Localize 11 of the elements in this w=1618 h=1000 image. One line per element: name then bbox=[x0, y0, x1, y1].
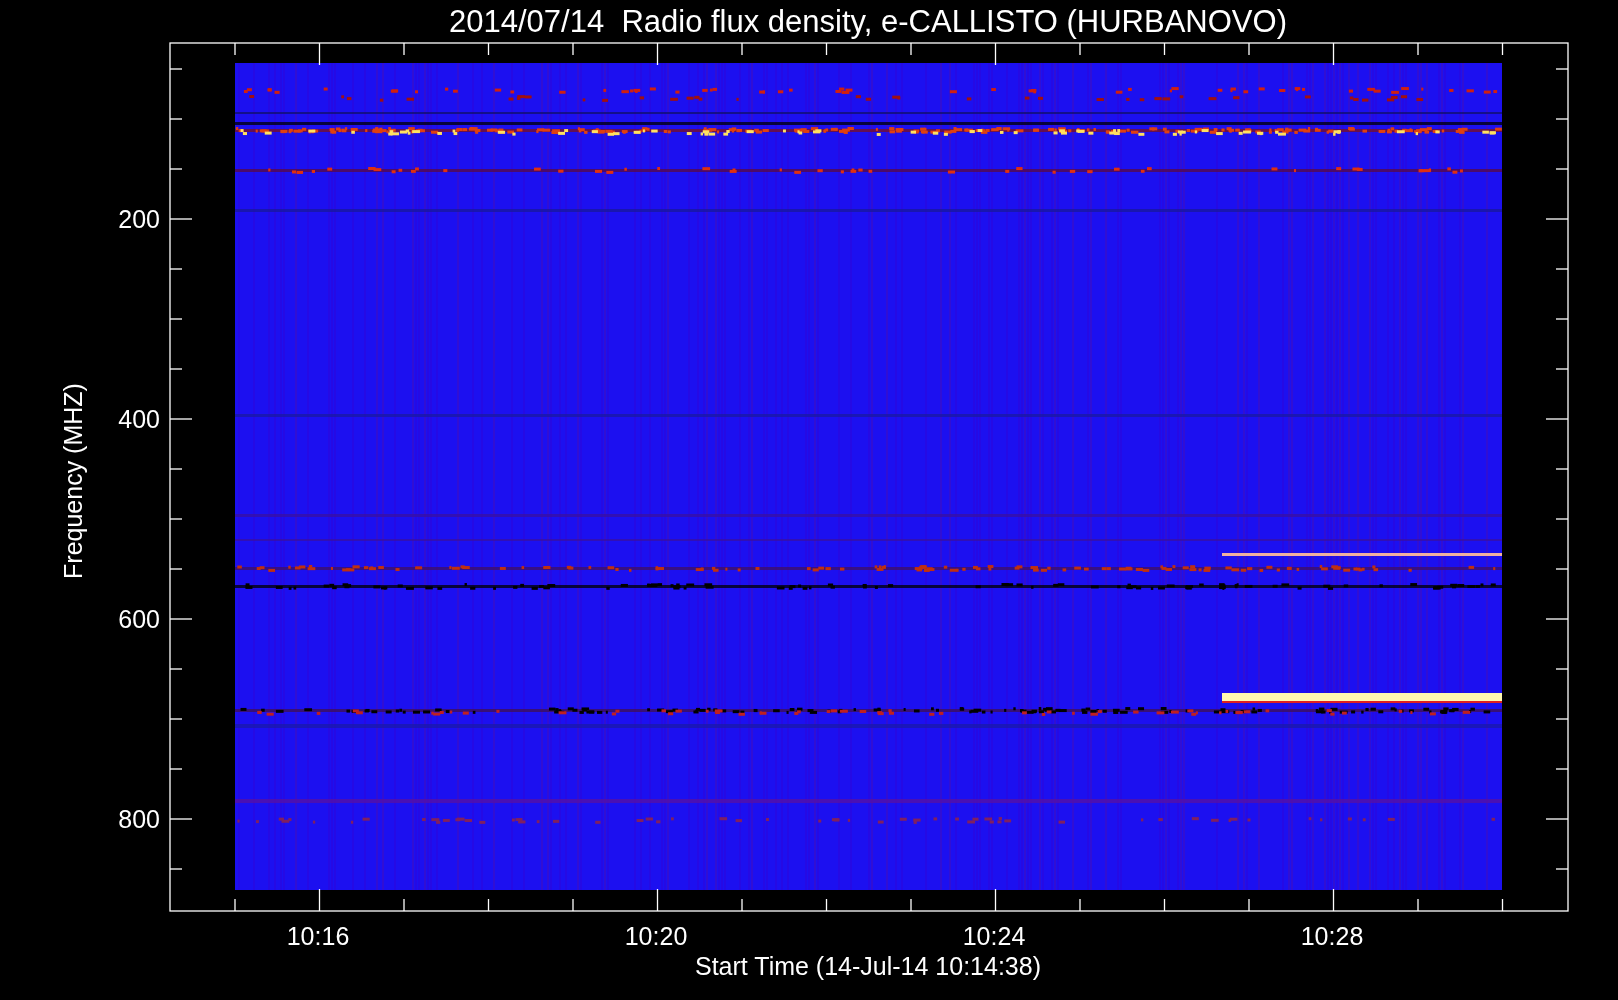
y-tick-label: 400 bbox=[118, 405, 160, 433]
x-tick-label: 10:28 bbox=[1300, 922, 1364, 950]
x-axis-label: Start Time (14-Jul-14 10:14:38) bbox=[695, 952, 1041, 980]
y-tick-label: 800 bbox=[118, 805, 160, 833]
y-axis-label: Frequency (MHZ) bbox=[59, 383, 87, 579]
x-tick-label: 10:16 bbox=[286, 922, 350, 950]
x-tick-label: 10:24 bbox=[962, 922, 1026, 950]
plot-title: 2014/07/14 Radio flux density, e-CALLISTO (HURBANOVO) bbox=[449, 4, 1287, 39]
x-tick-label: 10:20 bbox=[624, 922, 688, 950]
y-tick-label: 200 bbox=[118, 205, 160, 233]
y-tick-label: 600 bbox=[118, 605, 160, 633]
